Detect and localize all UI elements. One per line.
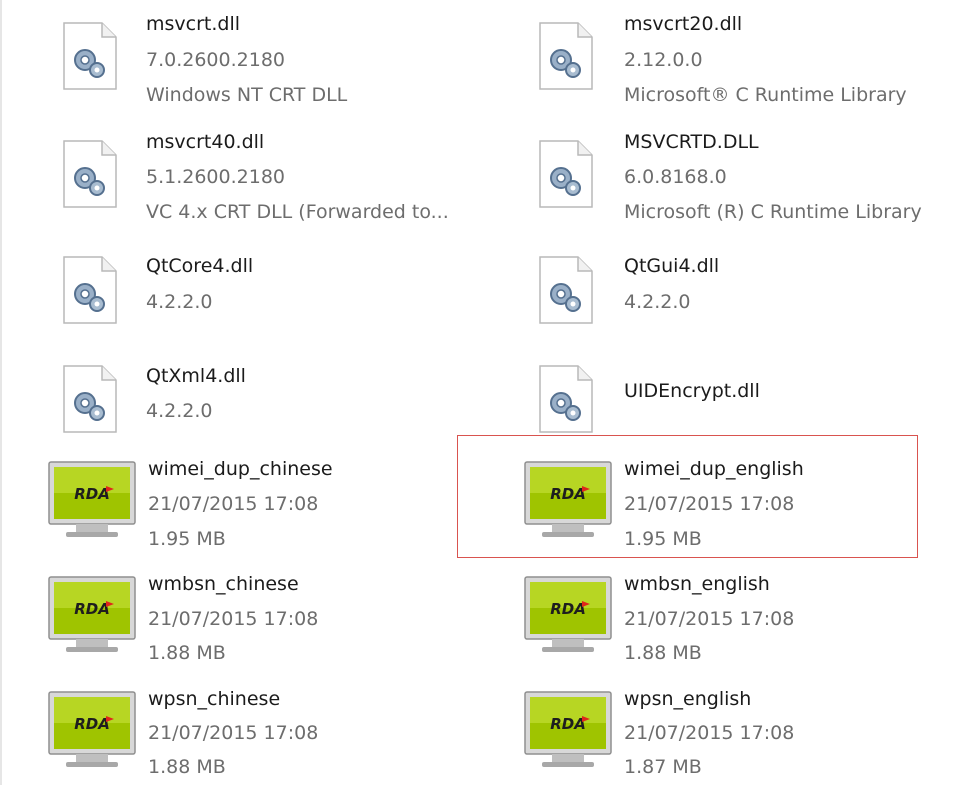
file-modified-date: 21/07/2015 17:08: [624, 493, 795, 515]
file-version: 2.12.0.0: [624, 49, 703, 71]
file-description: Microsoft (R) C Runtime Library: [624, 201, 922, 223]
file-version: 5.1.2600.2180: [146, 166, 286, 188]
file-size: 1.87 MB: [624, 756, 702, 778]
file-name: wimei_dup_english: [624, 458, 804, 480]
file-name: msvcrt.dll: [146, 13, 241, 35]
file-item-wimei-dup-chinese[interactable]: RDA wimei_dup_chinese 21/07/2015 17:08 1…: [48, 455, 488, 567]
file-item-qtgui4-dll[interactable]: QtGui4.dll 4.2.2.0: [538, 246, 976, 358]
dll-settings-icon: [539, 22, 593, 90]
dll-settings-icon: [539, 365, 593, 433]
dll-settings-icon: [539, 256, 593, 324]
file-name: QtGui4.dll: [624, 255, 720, 277]
file-modified-date: 21/07/2015 17:08: [624, 722, 795, 744]
file-description: VC 4.x CRT DLL (Forwarded to...: [146, 201, 449, 223]
file-modified-date: 21/07/2015 17:08: [148, 608, 319, 630]
file-description: Windows NT CRT DLL: [146, 84, 348, 106]
file-name: MSVCRTD.DLL: [624, 131, 759, 153]
file-version: 6.0.8168.0: [624, 166, 727, 188]
file-name: wimei_dup_chinese: [148, 458, 333, 480]
file-version: 4.2.2.0: [146, 291, 213, 313]
file-item-msvcrt-dll[interactable]: msvcrt.dll 7.0.2600.2180 Windows NT CRT …: [62, 10, 502, 122]
file-item-qtcore4-dll[interactable]: QtCore4.dll 4.2.2.0: [62, 246, 502, 358]
rda-logo-text: RDA: [74, 485, 110, 503]
dll-settings-icon: [63, 365, 117, 433]
file-item-wpsn-chinese[interactable]: RDA wpsn_chinese 21/07/2015 17:08 1.88 M…: [48, 685, 488, 785]
rda-monitor-icon: RDA: [48, 691, 136, 767]
file-item-wmbsn-english[interactable]: RDA wmbsn_english 21/07/2015 17:08 1.88 …: [524, 570, 964, 682]
file-size: 1.88 MB: [148, 642, 226, 664]
file-name: wpsn_chinese: [148, 688, 281, 710]
file-size: 1.88 MB: [624, 642, 702, 664]
file-name: QtCore4.dll: [146, 255, 254, 277]
file-modified-date: 21/07/2015 17:08: [148, 722, 319, 744]
rda-logo-text: RDA: [550, 715, 586, 733]
rda-logo-text: RDA: [550, 600, 586, 618]
file-size: 1.95 MB: [624, 528, 702, 550]
dll-settings-icon: [63, 256, 117, 324]
file-item-wpsn-english[interactable]: RDA wpsn_english 21/07/2015 17:08 1.87 M…: [524, 685, 964, 785]
file-item-wmbsn-chinese[interactable]: RDA wmbsn_chinese 21/07/2015 17:08 1.88 …: [48, 570, 488, 682]
file-item-msvcrtd-dll[interactable]: MSVCRTD.DLL 6.0.8168.0 Microsoft (R) C R…: [538, 128, 976, 240]
rda-logo-text: RDA: [550, 485, 586, 503]
file-item-msvcrt40-dll[interactable]: msvcrt40.dll 5.1.2600.2180 VC 4.x CRT DL…: [62, 128, 502, 240]
file-name: UIDEncrypt.dll: [624, 380, 760, 402]
file-item-qtxml4-dll[interactable]: QtXml4.dll 4.2.2.0: [62, 355, 502, 467]
file-modified-date: 21/07/2015 17:08: [148, 493, 319, 515]
rda-monitor-icon: RDA: [524, 576, 612, 652]
file-version: 4.2.2.0: [624, 291, 691, 313]
file-name: wmbsn_english: [624, 573, 770, 595]
file-name: wpsn_english: [624, 688, 752, 710]
dll-settings-icon: [63, 140, 117, 208]
file-name: msvcrt40.dll: [146, 131, 265, 153]
file-size: 1.95 MB: [148, 528, 226, 550]
rda-monitor-icon: RDA: [524, 461, 612, 537]
rda-monitor-icon: RDA: [48, 461, 136, 537]
file-name: msvcrt20.dll: [624, 13, 743, 35]
rda-monitor-icon: RDA: [48, 576, 136, 652]
dll-settings-icon: [539, 140, 593, 208]
file-version: 4.2.2.0: [146, 400, 213, 422]
file-modified-date: 21/07/2015 17:08: [624, 608, 795, 630]
file-item-wimei-dup-english[interactable]: RDA wimei_dup_english 21/07/2015 17:08 1…: [524, 455, 964, 567]
file-item-msvcrt20-dll[interactable]: msvcrt20.dll 2.12.0.0 Microsoft® C Runti…: [538, 10, 976, 122]
rda-logo-text: RDA: [74, 715, 110, 733]
file-name: wmbsn_chinese: [148, 573, 299, 595]
file-version: 7.0.2600.2180: [146, 49, 286, 71]
rda-logo-text: RDA: [74, 600, 110, 618]
file-description: Microsoft® C Runtime Library: [624, 84, 907, 106]
file-name: QtXml4.dll: [146, 365, 246, 387]
rda-monitor-icon: RDA: [524, 691, 612, 767]
file-size: 1.88 MB: [148, 756, 226, 778]
dll-settings-icon: [63, 22, 117, 90]
file-list: msvcrt.dll 7.0.2600.2180 Windows NT CRT …: [0, 0, 976, 785]
